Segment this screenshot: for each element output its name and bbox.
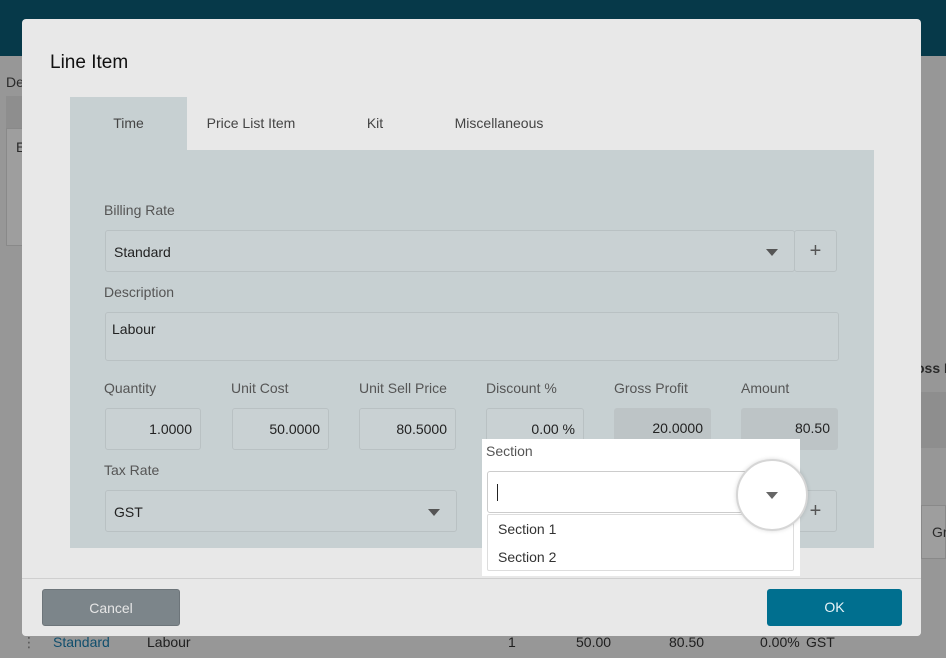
unit-sell-price-label: Unit Sell Price <box>359 380 447 396</box>
add-billing-rate-button[interactable]: + <box>794 230 837 272</box>
amount-label: Amount <box>741 380 790 396</box>
quantity-input[interactable]: 1.0000 <box>105 408 201 450</box>
chevron-down-icon <box>766 249 778 256</box>
gross-profit-label: Gross Profit <box>614 380 688 396</box>
cancel-button[interactable]: Cancel <box>42 589 180 626</box>
dialog-title: Line Item <box>50 52 129 73</box>
quantity-label: Quantity <box>104 380 157 396</box>
tab-kit[interactable]: Kit <box>330 97 420 150</box>
tab-price-list-item[interactable]: Price List Item <box>187 97 315 150</box>
tab-miscellaneous[interactable]: Miscellaneous <box>440 97 558 150</box>
discount-label: Discount % <box>486 380 557 396</box>
unit-cost-input[interactable]: 50.0000 <box>232 408 329 450</box>
unit-sell-price-input[interactable]: 80.5000 <box>359 408 456 450</box>
billing-rate-label: Billing Rate <box>104 202 175 218</box>
text-cursor-icon <box>497 484 498 501</box>
billing-rate-value: Standard <box>114 244 171 260</box>
tab-bar: Time Price List Item Kit Miscellaneous <box>70 97 874 150</box>
section-label: Section <box>486 443 533 459</box>
section-dropdown-toggle[interactable] <box>736 459 808 531</box>
tax-rate-label: Tax Rate <box>104 462 160 478</box>
plus-icon: + <box>809 500 822 522</box>
billing-rate-select[interactable]: Standard <box>105 230 795 272</box>
section-option-1[interactable]: Section 1 <box>498 521 556 537</box>
tax-rate-value: GST <box>114 504 143 520</box>
tab-time[interactable]: Time <box>70 97 187 150</box>
section-option-2[interactable]: Section 2 <box>498 549 556 565</box>
chevron-down-icon <box>428 509 440 516</box>
chevron-down-icon <box>766 492 778 499</box>
plus-icon: + <box>809 240 822 262</box>
dialog-footer: Cancel OK <box>22 578 921 636</box>
tax-rate-select[interactable]: GST <box>105 490 457 532</box>
description-textarea[interactable]: Labour <box>105 312 839 361</box>
ok-button[interactable]: OK <box>767 589 902 626</box>
unit-cost-label: Unit Cost <box>231 380 289 396</box>
description-label: Description <box>104 284 175 300</box>
